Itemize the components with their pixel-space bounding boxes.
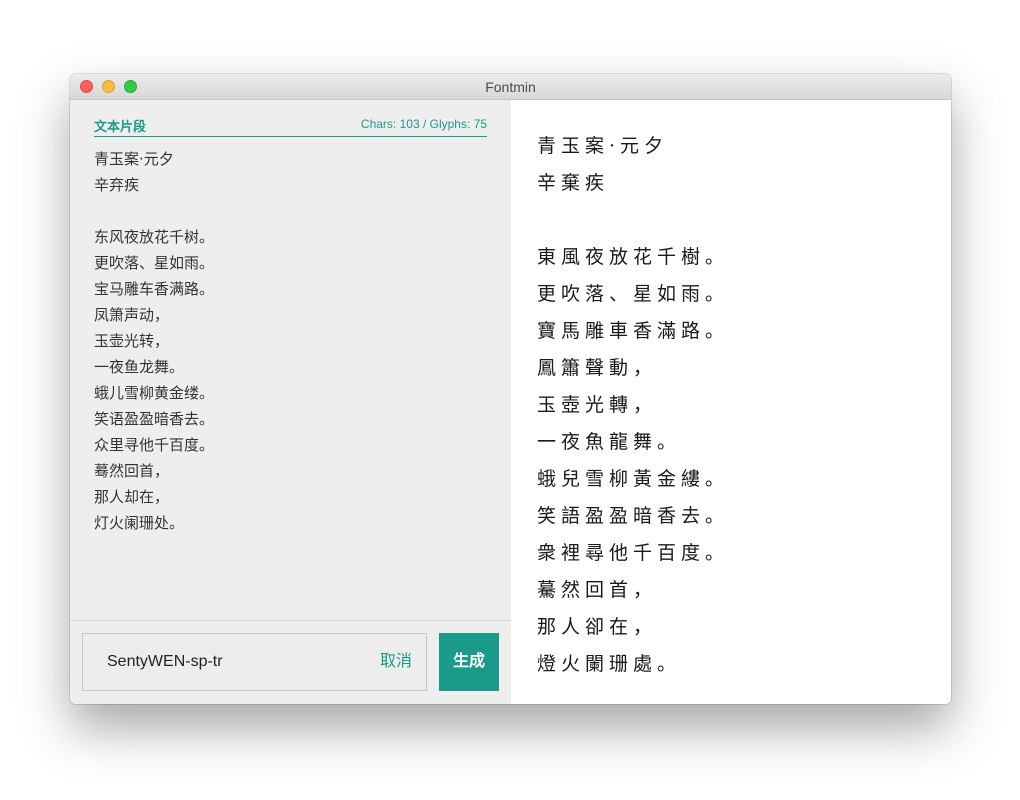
text-input[interactable]: 青玉案·元夕 辛弃疾 东风夜放花千树。 更吹落、星如雨。 宝马雕车香满路。 凤箫…	[94, 146, 487, 616]
preview-pane: 青玉案·元夕 辛棄疾 東風夜放花千樹。 更吹落、星如雨。 寶馬雕車香滿路。 鳳簫…	[511, 100, 951, 704]
font-name-value: SentyWEN-sp-tr	[107, 653, 223, 670]
glyph-stats: Chars: 103 / Glyphs: 75	[360, 117, 487, 131]
footer-divider	[70, 620, 511, 621]
window-title: Fontmin	[485, 79, 536, 95]
close-window-button[interactable]	[80, 80, 93, 93]
maximize-window-button[interactable]	[124, 80, 137, 93]
editor-label: 文本片段	[94, 119, 147, 134]
generate-button[interactable]: 生成	[439, 633, 499, 691]
font-preview-text: 青玉案·元夕 辛棄疾 東風夜放花千樹。 更吹落、星如雨。 寶馬雕車香滿路。 鳳簫…	[537, 135, 730, 675]
font-name-field[interactable]: SentyWEN-sp-tr 取消	[82, 633, 427, 691]
app-window: Fontmin 文本片段 Chars: 103 / Glyphs: 75 青玉案…	[70, 74, 951, 704]
editor-pane: 文本片段 Chars: 103 / Glyphs: 75 青玉案·元夕 辛弃疾 …	[70, 100, 511, 704]
title-bar[interactable]: Fontmin	[70, 74, 951, 100]
minimize-window-button[interactable]	[102, 80, 115, 93]
cancel-button[interactable]: 取消	[380, 634, 412, 690]
editor-header: 文本片段 Chars: 103 / Glyphs: 75	[94, 114, 487, 137]
